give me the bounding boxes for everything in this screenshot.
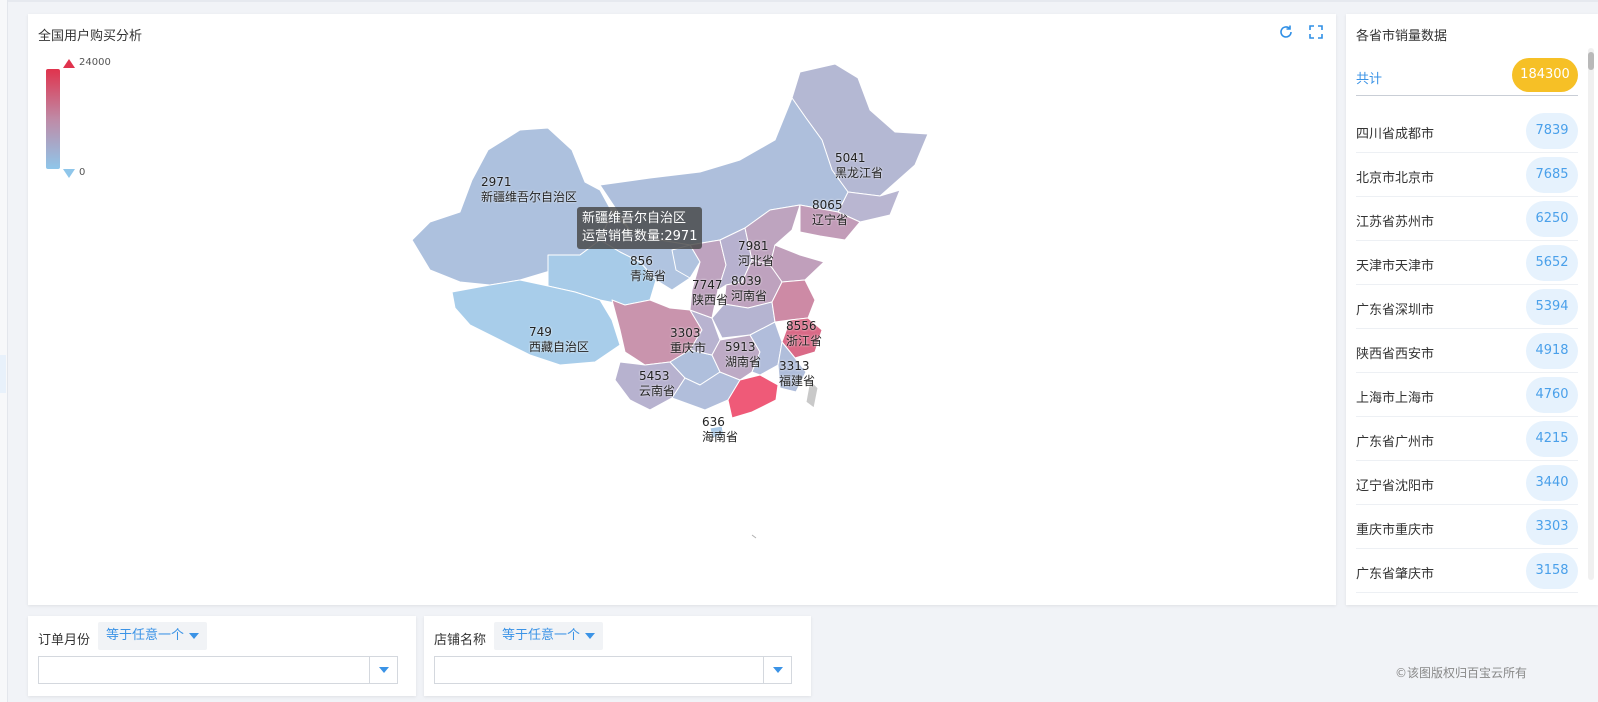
list-item-value-badge: 6250 (1526, 201, 1578, 237)
list-item-name: 辽宁省沈阳市 (1356, 479, 1435, 494)
list-item-value-badge: 3158 (1526, 553, 1578, 589)
map-label-xinjiang: 2971 新疆维吾尔自治区 (481, 175, 578, 204)
map-label-xizang: 749 西藏自治区 (529, 325, 590, 354)
visual-map-gradient[interactable] (46, 69, 60, 169)
list-item-name: 江苏省苏州市 (1356, 215, 1435, 230)
filter-operator-dropdown[interactable]: 等于任意一个 (98, 622, 208, 650)
filter-operator-label: 等于任意一个 (106, 628, 185, 643)
map-label-shaanxi: 7747 陕西省 (692, 278, 729, 307)
list-item-value-badge: 7685 (1526, 157, 1578, 193)
list-item-value-badge: 4918 (1526, 333, 1578, 369)
list-item-value-badge: 5652 (1526, 245, 1578, 281)
visual-map-top-handle[interactable] (63, 59, 75, 68)
scrollbar-thumb[interactable] (1588, 52, 1594, 70)
filter-store-name: 店铺名称 等于任意一个 (424, 616, 811, 696)
list-item[interactable]: 广东省广州市 4215 (1356, 417, 1578, 461)
total-row: 共计 184300 (1356, 58, 1578, 96)
map-label-yunnan: 5453 云南省 (639, 369, 676, 398)
list-item-name: 广东省深圳市 (1356, 303, 1435, 318)
filter-operator-dropdown[interactable]: 等于任意一个 (494, 622, 604, 650)
map-tooltip: 新疆维吾尔自治区 运营销售数量:2971 (577, 207, 703, 249)
refresh-icon[interactable] (1277, 24, 1295, 42)
map-label-liaoning: 8065 辽宁省 (812, 198, 849, 227)
list-item-name: 天津市天津市 (1356, 259, 1435, 274)
list-item[interactable]: 重庆市重庆市 3303 (1356, 505, 1578, 549)
south-sea-islands (751, 534, 757, 539)
filter-label: 店铺名称 (434, 633, 487, 648)
list-item[interactable]: 江苏省苏州市 6250 (1356, 197, 1578, 241)
caret-down-icon (773, 667, 783, 673)
filter-order-month: 订单月份 等于任意一个 (28, 616, 416, 696)
list-item[interactable]: 广东省肇庆市 3158 (1356, 549, 1578, 593)
filter-value-select[interactable] (434, 656, 792, 684)
list-item-value-badge: 4215 (1526, 421, 1578, 457)
fullscreen-icon[interactable] (1307, 24, 1325, 42)
list-item[interactable]: 陕西省西安市 4918 (1356, 329, 1578, 373)
select-dropdown-button[interactable] (369, 657, 397, 683)
map-label-hunan: 5913 湖南省 (725, 340, 762, 369)
map-label-hainan: 636 海南省 (702, 415, 739, 444)
caret-down-icon (379, 667, 389, 673)
province-sales-panel: 各省市销量数据 共计 184300 四川省成都市 7839 北京市北京市 7685 江苏… (1346, 14, 1598, 605)
list-item-name: 广东省肇庆市 (1356, 567, 1435, 582)
list-item-value-badge: 5394 (1526, 289, 1578, 325)
map-label-hebei: 7981 河北省 (738, 239, 775, 268)
filter-label: 订单月份 (38, 633, 91, 648)
visual-map-bottom-handle[interactable] (63, 169, 75, 178)
total-label: 共计 (1356, 72, 1383, 87)
caret-down-icon (585, 632, 596, 639)
list-item-value-badge: 3440 (1526, 465, 1578, 501)
total-value-badge: 184300 (1512, 58, 1578, 92)
map-label-qinghai: 856 青海省 (630, 254, 667, 283)
list-item-value-badge: 7839 (1526, 113, 1578, 149)
list-item[interactable]: 北京市北京市 7685 (1356, 153, 1578, 197)
visual-map-max-label: 24000 (79, 57, 111, 68)
map-label-heilongjiang: 5041 黑龙江省 (835, 151, 884, 180)
select-dropdown-button[interactable] (763, 657, 791, 683)
filter-operator-label: 等于任意一个 (502, 628, 581, 643)
list-item-name: 陕西省西安市 (1356, 347, 1435, 362)
map-label-chongqing: 3303 重庆市 (670, 326, 707, 355)
map-panel-title: 全国用户购买分析 (38, 29, 143, 44)
top-border (0, 0, 1598, 2)
visual-map-min-label: 0 (79, 167, 86, 178)
list-item-name: 重庆市重庆市 (1356, 523, 1435, 538)
tooltip-value: 运营销售数量:2971 (582, 229, 698, 244)
side-panel-scrollbar[interactable] (1588, 48, 1594, 580)
list-item[interactable]: 辽宁省沈阳市 3440 (1356, 461, 1578, 505)
filter-value-select[interactable] (38, 656, 398, 684)
left-sidebar-marker (0, 355, 6, 393)
tooltip-title: 新疆维吾尔自治区 (582, 211, 687, 226)
left-sidebar-strip (0, 0, 8, 702)
list-item[interactable]: 四川省成都市 7839 (1356, 109, 1578, 153)
list-item[interactable]: 天津市天津市 5652 (1356, 241, 1578, 285)
list-item-name: 北京市北京市 (1356, 171, 1435, 186)
list-item[interactable]: 上海市上海市 4760 (1356, 373, 1578, 417)
map-label-henan: 8039 河南省 (731, 274, 768, 303)
province-sales-list[interactable]: 四川省成都市 7839 北京市北京市 7685 江苏省苏州市 6250 天津市天津市 5652… (1356, 109, 1578, 593)
map-label-zhejiang: 8556 浙江省 (786, 319, 823, 348)
caret-down-icon (189, 632, 200, 639)
china-map[interactable] (380, 46, 940, 546)
list-item-value-badge: 3303 (1526, 509, 1578, 545)
list-item-name: 上海市上海市 (1356, 391, 1435, 406)
list-item-name: 广东省广州市 (1356, 435, 1435, 450)
list-item[interactable]: 广东省深圳市 5394 (1356, 285, 1578, 329)
province-sales-title: 各省市销量数据 (1356, 29, 1448, 44)
list-item-name: 四川省成都市 (1356, 127, 1435, 142)
list-item-value-badge: 4760 (1526, 377, 1578, 413)
map-label-fujian: 3313 福建省 (779, 359, 816, 388)
copyright-text: ©该图版权归百宝云所有 (1395, 666, 1528, 680)
